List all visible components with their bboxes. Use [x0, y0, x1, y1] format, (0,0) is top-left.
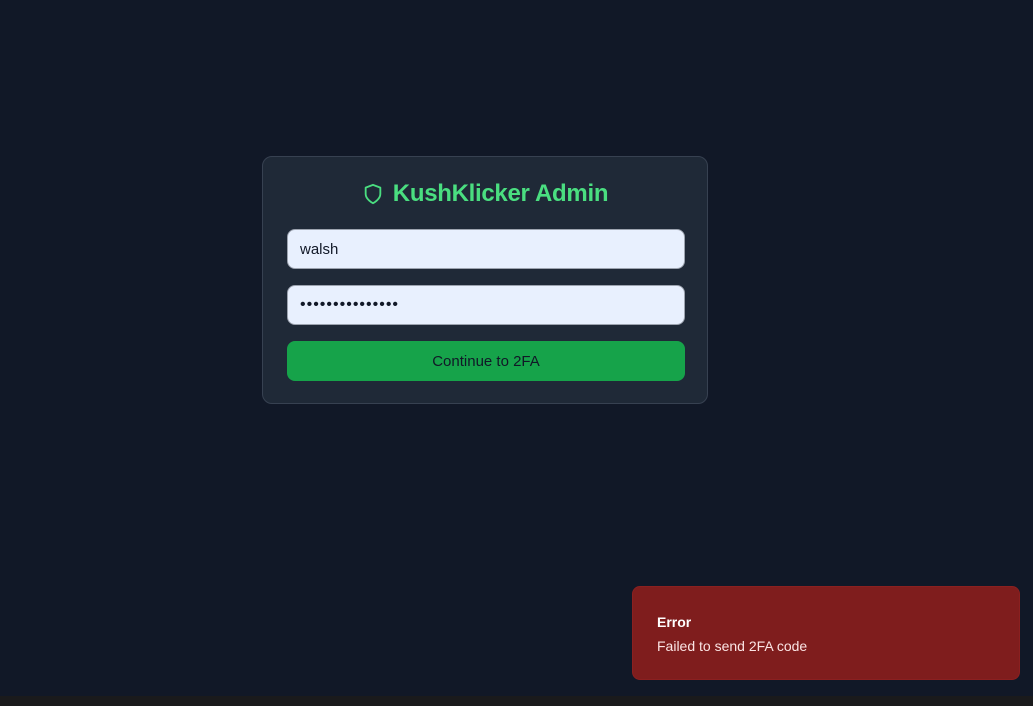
shield-icon	[362, 182, 384, 206]
toast-title: Error	[657, 614, 692, 630]
username-input[interactable]	[287, 229, 685, 269]
card-header: KushKlicker Admin	[263, 179, 707, 209]
admin-login-page: { "login": { "title": "KushKlicker Admin…	[0, 0, 1033, 706]
bottom-edge-bar	[0, 696, 1033, 706]
continue-to-2fa-button[interactable]: Continue to 2FA	[287, 341, 685, 381]
toast-message: Failed to send 2FA code	[657, 638, 808, 654]
error-toast[interactable]: Error Failed to send 2FA code	[632, 586, 1020, 680]
login-title: KushKlicker Admin	[392, 180, 609, 207]
login-card: KushKlicker Admin Continue to 2FA	[262, 156, 708, 404]
password-input[interactable]	[287, 285, 685, 325]
